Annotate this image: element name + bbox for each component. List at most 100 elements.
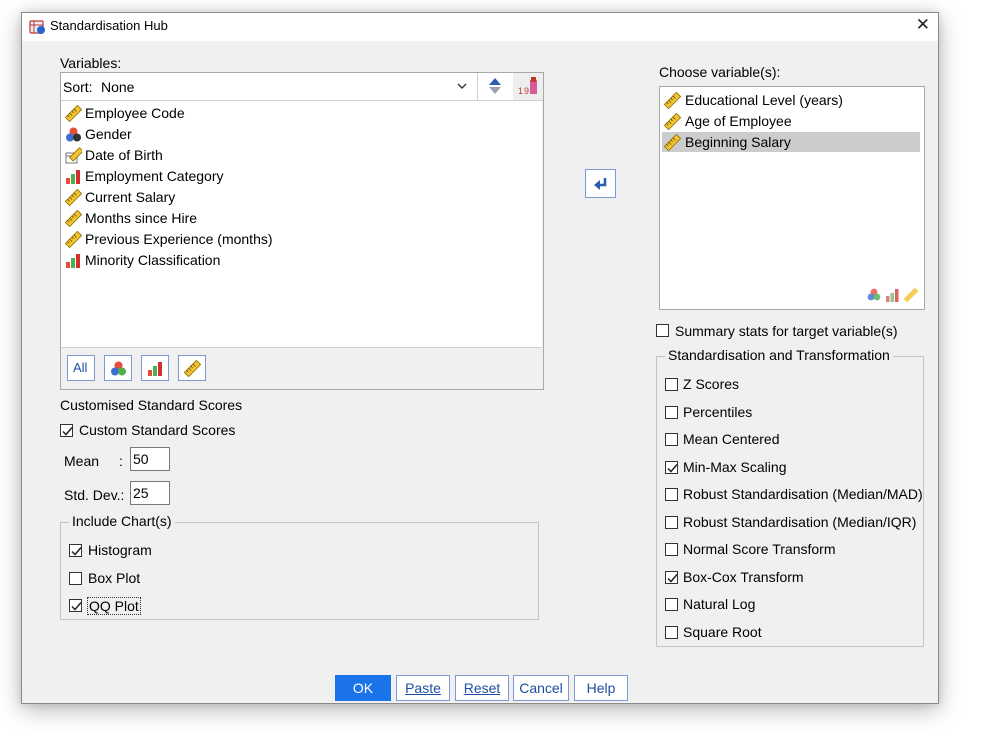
svg-text:9: 9 (524, 86, 529, 96)
mean-label: Mean (64, 453, 100, 469)
sort-divider (477, 73, 478, 100)
nominal-icon (66, 127, 81, 142)
checkmark-icon (667, 463, 678, 473)
checkbox-percentiles[interactable] (665, 405, 678, 419)
checkbox-robust-standardisation-median-iqr[interactable] (665, 515, 678, 529)
arrow-left-icon (594, 178, 607, 190)
option-label-percentiles: Percentiles (683, 403, 753, 420)
variable-item-label: Employee Code (85, 105, 185, 121)
checkbox-natural-log[interactable] (665, 598, 678, 611)
sd-input[interactable]: 25 (130, 481, 170, 505)
title-bar[interactable]: Standardisation Hub ✕ (22, 13, 938, 41)
variable-item-label: Previous Experience (months) (85, 231, 273, 247)
ruler-icon (65, 231, 82, 248)
checkbox-min-max-scaling[interactable] (665, 460, 678, 474)
chart-label-qq-plot: QQ Plot (87, 597, 141, 615)
chart-label-histogram: Histogram (88, 542, 152, 558)
chevron-down-icon[interactable] (457, 82, 467, 90)
checkbox-mean-centered[interactable] (665, 433, 678, 446)
reset-button[interactable]: Reset (455, 675, 509, 701)
sort-label: Sort: (63, 79, 93, 95)
checkbox-box-cox-transform[interactable] (665, 570, 678, 584)
checkbox-box-plot[interactable] (69, 571, 82, 585)
filter-nominal-button[interactable] (104, 355, 132, 381)
app-icon (29, 20, 45, 34)
checkbox-normal-score-transform[interactable] (665, 543, 678, 556)
option-label-box-cox-transform: Box-Cox Transform (683, 568, 804, 585)
variable-item-label: Months since Hire (85, 210, 198, 226)
window-title: Standardisation Hub (50, 18, 168, 33)
sd-label: Std. Dev.: (64, 487, 125, 503)
target-item-label: Educational Level (years) (685, 92, 843, 108)
custom-scores-label: Custom Standard Scores (79, 422, 236, 438)
target-label: Choose variable(s): (659, 64, 781, 80)
option-label-robust-standardisation-median-iqr: Robust Standardisation (Median/IQR) (683, 513, 917, 530)
ruler-icon (664, 92, 681, 109)
target-item-age-of-employee[interactable]: Age of Employee (662, 111, 920, 131)
variables-label: Variables: (60, 55, 122, 71)
variable-item-label: Current Salary (85, 189, 176, 205)
mean-input[interactable]: 50 (130, 447, 170, 471)
checkbox-robust-standardisation-median-mad[interactable] (665, 488, 678, 501)
close-icon[interactable]: ✕ (916, 15, 930, 35)
sort-bar: Sort: None 1 9 (61, 73, 543, 101)
ruler-icon (65, 210, 82, 227)
option-label-mean-centered: Mean Centered (683, 431, 780, 447)
svg-text:1: 1 (518, 86, 523, 96)
variable-item-label: Date of Birth (85, 147, 163, 163)
checkbox-square-root[interactable] (665, 625, 678, 639)
option-label-square-root: Square Root (683, 623, 762, 640)
checkmark-icon (71, 547, 82, 556)
target-item-beginning-salary[interactable]: Beginning Salary (662, 132, 920, 152)
target-list[interactable]: Educational Level (years) Age of Employee… (659, 86, 925, 310)
option-label-z-scores: Z Scores (683, 376, 740, 392)
mean-colon: : (119, 453, 123, 469)
date-ruler-icon (65, 147, 82, 164)
ok-button[interactable]: OK (335, 675, 391, 701)
measure-types-icon (867, 287, 919, 303)
option-label-natural-log: Natural Log (683, 596, 756, 612)
ordinal-bar-icon (148, 362, 162, 376)
option-label-min-max-scaling: Min-Max Scaling (683, 458, 787, 475)
sort-select[interactable]: None (101, 79, 134, 95)
custom-scores-checkbox[interactable] (60, 424, 73, 437)
checkmark-icon (667, 573, 678, 583)
checkbox-z-scores[interactable] (665, 378, 678, 391)
summary-stats-label: Summary stats for target variable(s) (675, 323, 898, 339)
checkbox-qq-plot[interactable] (69, 599, 82, 612)
target-item-educational-level-years[interactable]: Educational Level (years) (662, 90, 920, 110)
charts-group-legend: Include Chart(s) (69, 513, 175, 529)
filter-ordinal-button[interactable] (141, 355, 169, 381)
ruler-icon (664, 134, 681, 151)
help-button[interactable]: Help (574, 675, 628, 701)
target-item-label: Age of Employee (685, 113, 792, 129)
variable-item-label: Gender (85, 126, 132, 142)
custom-scores-section-label: Customised Standard Scores (60, 397, 243, 413)
summary-stats-checkbox[interactable] (656, 324, 669, 337)
sort-order-icon[interactable] (488, 77, 502, 95)
variables-panel: Sort: None 1 9 Employee Code Gender Date o… (60, 72, 544, 390)
chart-label-box-plot: Box Plot (88, 569, 141, 586)
filter-all-button[interactable]: All (67, 355, 95, 381)
filter-scale-button[interactable] (178, 355, 206, 381)
ruler-icon (184, 360, 201, 377)
ordinal-bar-icon (66, 170, 80, 184)
paste-button[interactable]: Paste (396, 675, 450, 701)
checkbox-histogram[interactable] (69, 544, 82, 557)
ruler-icon (65, 189, 82, 206)
cancel-button[interactable]: Cancel (513, 675, 569, 701)
variable-item-label: Minority Classification (85, 252, 221, 268)
move-variable-button[interactable] (585, 169, 616, 198)
variables-list[interactable]: Employee Code Gender Date of Birth Employme… (61, 101, 542, 348)
standardisation-dialog: Standardisation Hub ✕ Variables: Sort: N… (21, 12, 939, 704)
option-label-robust-standardisation-median-mad: Robust Standardisation (Median/MAD) (683, 486, 923, 502)
option-label-normal-score-transform: Normal Score Transform (683, 541, 836, 557)
checkmark-icon (71, 602, 82, 611)
filter-all-label: All (73, 360, 88, 375)
ordinal-bar-icon (66, 254, 80, 268)
checkmark-icon (62, 427, 73, 436)
sort-numeric-icon[interactable]: 1 9 (517, 76, 539, 97)
variable-item-label: Employment Category (85, 168, 224, 184)
transform-group-legend: Standardisation and Transformation (665, 347, 893, 363)
ruler-icon (65, 105, 82, 122)
